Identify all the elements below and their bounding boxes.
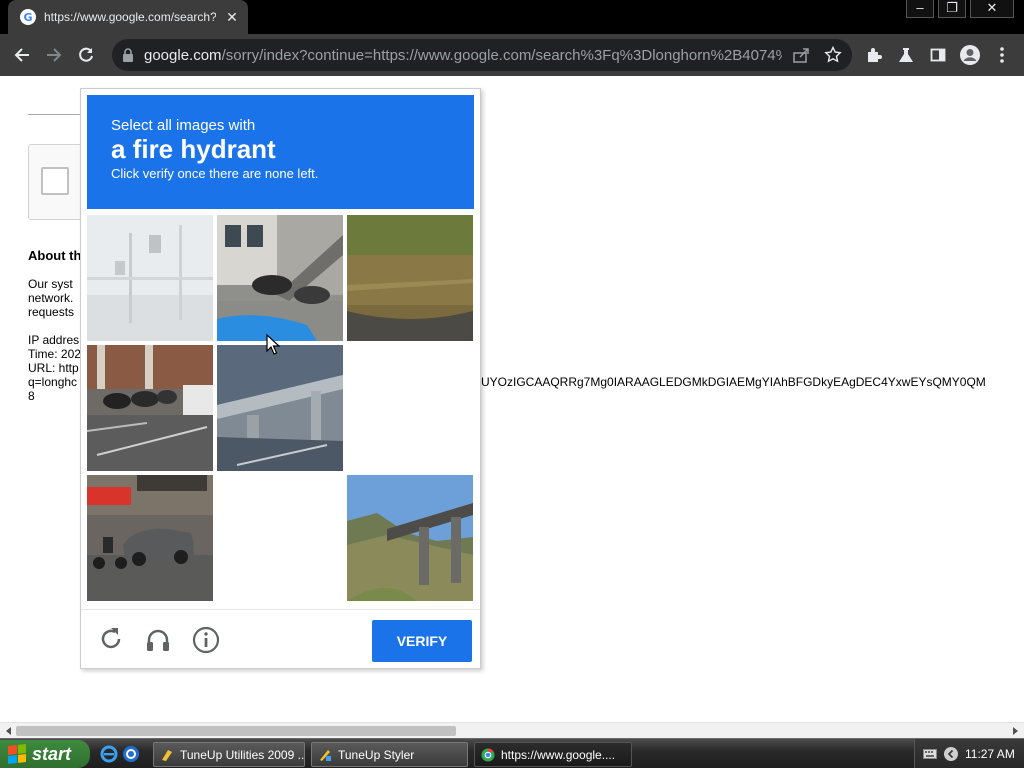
lock-icon bbox=[123, 48, 133, 62]
captcha-tile-2[interactable] bbox=[217, 215, 343, 341]
verify-button[interactable]: VERIFY bbox=[372, 620, 472, 662]
captcha-tile-3[interactable] bbox=[347, 215, 473, 341]
tab-strip: G https://www.google.com/search?q= ✕ – ❐… bbox=[0, 0, 1024, 34]
info-icon[interactable] bbox=[192, 626, 220, 654]
recaptcha-widget bbox=[28, 144, 88, 220]
task-label: TuneUp Utilities 2009 ... bbox=[180, 747, 305, 762]
task-label: TuneUp Styler bbox=[338, 747, 415, 762]
clock: 11:27 AM bbox=[965, 747, 1015, 761]
captcha-instructions: Select all images with a fire hydrant Cl… bbox=[87, 95, 474, 209]
start-button[interactable]: start bbox=[0, 740, 90, 768]
bookmark-star-icon[interactable] bbox=[824, 46, 842, 64]
body-line-3: requests bbox=[28, 305, 75, 319]
styler-icon bbox=[320, 749, 331, 761]
body-line-2: network. bbox=[28, 291, 74, 305]
forward-arrow-icon[interactable] bbox=[42, 43, 66, 67]
tab-close-icon[interactable]: ✕ bbox=[224, 9, 240, 26]
taskbar-tuneup-styler[interactable]: TuneUp Styler bbox=[311, 742, 468, 767]
start-label: start bbox=[32, 743, 72, 764]
scrollbar-thumb[interactable] bbox=[16, 726, 456, 736]
tuneup-icon bbox=[162, 749, 172, 761]
taskbar-chrome-window[interactable]: https://www.google.... bbox=[474, 742, 632, 767]
system-tray: 11:27 AM bbox=[914, 739, 1024, 768]
google-favicon-icon: G bbox=[20, 9, 36, 25]
chrome-icon bbox=[481, 748, 495, 761]
url-line: URL: http bbox=[28, 361, 79, 375]
windows-taskbar: start TuneUp Utilities 2009 ... TuneUp S… bbox=[0, 738, 1024, 768]
internet-explorer-icon[interactable] bbox=[100, 745, 118, 763]
captcha-tile-9[interactable] bbox=[347, 475, 473, 601]
captcha-challenge-popup: Select all images with a fire hydrant Cl… bbox=[80, 88, 481, 669]
mouse-cursor-icon bbox=[266, 334, 280, 355]
instruction-subtext: Click verify once there are none left. bbox=[111, 166, 319, 181]
ip-address-line: IP addres bbox=[28, 333, 80, 347]
headphones-icon[interactable] bbox=[144, 626, 172, 654]
captcha-tile-1[interactable] bbox=[87, 215, 213, 341]
minimize-button[interactable]: – bbox=[906, 0, 934, 18]
url-host: google.com bbox=[144, 46, 222, 64]
captcha-tile-7[interactable] bbox=[87, 475, 213, 601]
reload-icon[interactable] bbox=[97, 626, 125, 654]
window-controls: – ❐ ✕ bbox=[902, 0, 1014, 18]
body-line-1: Our syst bbox=[28, 277, 73, 291]
captcha-tile-5[interactable] bbox=[217, 345, 343, 471]
query-line-start: q=longhc bbox=[28, 375, 78, 389]
about-heading: About th bbox=[28, 248, 82, 263]
back-arrow-icon[interactable] bbox=[10, 43, 34, 67]
query-line-last: 8 bbox=[28, 389, 35, 403]
divider bbox=[28, 114, 88, 115]
close-window-button[interactable]: ✕ bbox=[970, 0, 1014, 18]
windows-flag-icon bbox=[8, 744, 26, 764]
scroll-right-icon[interactable] bbox=[1010, 726, 1020, 736]
query-line-end: UYOzIGCAAQRRg7Mg0IARAAGLEDGMkDGIAEMgYIAh… bbox=[481, 375, 986, 389]
keyboard-icon[interactable] bbox=[923, 748, 937, 760]
address-bar[interactable]: google.com/sorry/index?continue=https://… bbox=[112, 39, 852, 71]
side-panel-icon[interactable] bbox=[926, 43, 950, 67]
profile-avatar-icon[interactable] bbox=[958, 43, 982, 67]
captcha-tile-6[interactable] bbox=[347, 345, 473, 471]
captcha-tile-4[interactable] bbox=[87, 345, 213, 471]
horizontal-scrollbar[interactable] bbox=[0, 722, 1024, 738]
menu-kebab-icon[interactable] bbox=[990, 43, 1014, 67]
task-label: https://www.google.... bbox=[501, 747, 616, 762]
scroll-left-icon[interactable] bbox=[4, 726, 14, 736]
labs-flask-icon[interactable] bbox=[894, 43, 918, 67]
time-line: Time: 202 bbox=[28, 347, 81, 361]
extensions-puzzle-icon[interactable] bbox=[862, 43, 886, 67]
browser-toolbar: google.com/sorry/index?continue=https://… bbox=[0, 34, 1024, 76]
browser-tab[interactable]: G https://www.google.com/search?q= ✕ bbox=[8, 0, 248, 34]
ie-quicklaunch-icon[interactable] bbox=[122, 745, 140, 763]
restore-button[interactable]: ❐ bbox=[938, 0, 966, 18]
instruction-text: Select all images with bbox=[111, 117, 256, 134]
captcha-footer: VERIFY bbox=[81, 609, 480, 668]
captcha-tile-8[interactable] bbox=[217, 475, 343, 601]
recaptcha-checkbox[interactable] bbox=[41, 167, 69, 195]
share-icon[interactable] bbox=[792, 46, 810, 64]
tray-chevron-icon[interactable] bbox=[943, 746, 959, 762]
url-path: /sorry/index?continue=https://www.google… bbox=[221, 46, 782, 64]
tab-title: https://www.google.com/search?q= bbox=[44, 10, 216, 24]
taskbar-tuneup-utilities[interactable]: TuneUp Utilities 2009 ... bbox=[153, 742, 305, 767]
target-object-text: a fire hydrant bbox=[111, 134, 276, 164]
reload-page-icon[interactable] bbox=[74, 43, 98, 67]
